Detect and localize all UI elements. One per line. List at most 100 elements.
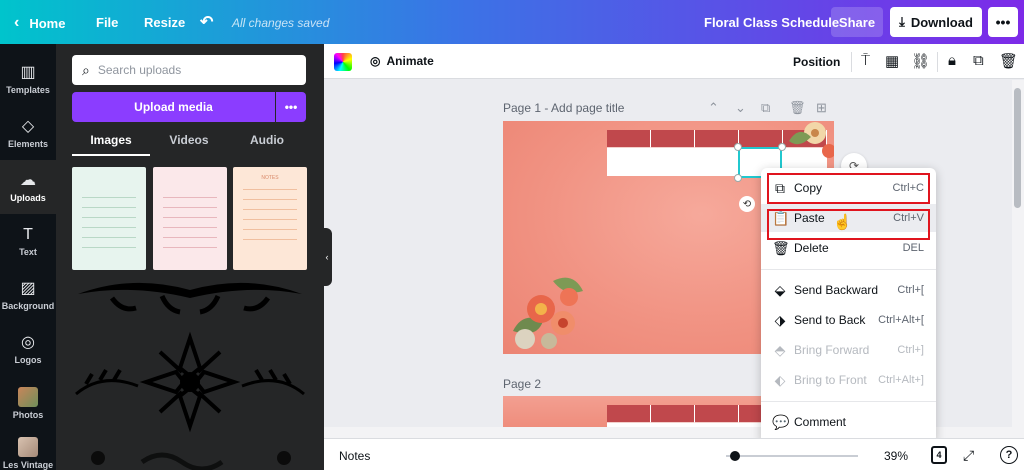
send-to-back-icon: ⬗: [774, 311, 786, 328]
rail-item-background[interactable]: ▨ Background: [0, 268, 56, 322]
home-button[interactable]: ‹ Home: [14, 14, 65, 32]
toolbar-divider: [937, 52, 938, 72]
rail-item-uploads[interactable]: ☁ Uploads: [0, 160, 56, 214]
animate-icon: ◎: [370, 54, 381, 68]
flower-corner-image[interactable]: [779, 121, 834, 161]
link-icon[interactable]: ⛓: [911, 52, 930, 70]
upload-thumbnail[interactable]: NOTES: [233, 167, 307, 270]
resize-handle[interactable]: [734, 143, 742, 151]
duplicate-page-icon[interactable]: ⧉: [761, 100, 770, 116]
scrollbar-thumb[interactable]: [1014, 88, 1021, 208]
animate-label: Animate: [386, 54, 434, 68]
upload-more-button[interactable]: •••: [276, 92, 306, 122]
upload-media-button[interactable]: Upload media: [72, 92, 275, 122]
toolbar-divider: [851, 52, 852, 72]
file-menu[interactable]: File: [96, 15, 118, 30]
top-bar: ‹ Home File Resize ↶ All changes saved F…: [0, 0, 1024, 44]
tab-videos[interactable]: Videos: [150, 130, 228, 156]
zoom-level[interactable]: 39%: [884, 449, 908, 463]
download-label: Download: [910, 14, 973, 30]
cloud-upload-icon: ☁: [20, 171, 36, 189]
duplicate-icon[interactable]: ⧉: [973, 52, 984, 69]
rail-item-templates[interactable]: ▥ Templates: [0, 52, 56, 106]
menu-item-send-backward[interactable]: ⬙ Send Backward Ctrl+[: [761, 276, 936, 304]
zoom-slider-handle[interactable]: [730, 451, 740, 461]
menu-shortcut: DEL: [902, 242, 924, 254]
comment-icon: 💬: [772, 413, 790, 430]
search-icon: ⌕: [82, 61, 90, 78]
rail-label: Les Vintage: [2, 459, 54, 470]
transparency-icon[interactable]: ▦: [885, 52, 899, 70]
tab-images[interactable]: Images: [72, 130, 150, 156]
notes-button[interactable]: Notes: [339, 449, 370, 463]
animate-button[interactable]: ◎ Animate: [370, 54, 434, 68]
add-page-icon[interactable]: ⊞: [816, 100, 827, 116]
rail-item-photos[interactable]: Photos: [0, 376, 56, 430]
rail-item-text[interactable]: T Text: [0, 214, 56, 268]
rail-label: Elements: [7, 138, 49, 149]
zoom-slider[interactable]: [726, 455, 858, 457]
vertical-scrollbar[interactable]: [1012, 80, 1024, 438]
menu-item-send-to-back[interactable]: ⬗ Send to Back Ctrl+Alt+[: [761, 306, 936, 334]
color-picker-button[interactable]: [334, 53, 352, 71]
search-input[interactable]: [97, 63, 278, 77]
tab-audio[interactable]: Audio: [228, 130, 306, 156]
paint-roller-icon[interactable]: ⍑: [861, 52, 870, 69]
left-rail: ▥ Templates ◇ Elements ☁ Uploads T Text …: [0, 44, 56, 470]
search-box[interactable]: ⌕: [72, 55, 306, 85]
lock-icon[interactable]: 🔒︎: [948, 52, 956, 69]
send-backward-icon: ⬙: [774, 281, 786, 298]
design-title[interactable]: Floral Class Schedule: [704, 15, 839, 30]
background-icon: ▨: [20, 279, 36, 297]
footer-bar: Notes 39% 4 ⤢ ?: [324, 438, 1024, 470]
rail-item-logos[interactable]: ◎ Logos: [0, 322, 56, 376]
chevron-down-icon[interactable]: ⌄: [735, 100, 746, 116]
collapse-panel-button[interactable]: ‹: [322, 228, 332, 286]
page-1-title[interactable]: Page 1 - Add page title: [503, 101, 624, 115]
flower-bouquet-image[interactable]: [503, 261, 593, 354]
rotate-icon[interactable]: ⟲: [739, 196, 755, 212]
chevron-up-icon[interactable]: ⌃: [708, 100, 719, 116]
menu-label: Send to Back: [794, 313, 866, 327]
ornament-graphics[interactable]: [72, 276, 308, 470]
menu-shortcut: Ctrl+Alt+]: [878, 374, 924, 386]
download-button[interactable]: ⤓ Download: [890, 7, 982, 37]
thumbnail-title: NOTES: [261, 175, 279, 181]
rail-label: Text: [19, 246, 37, 257]
share-button[interactable]: Share: [831, 7, 883, 37]
menu-label: Comment: [794, 415, 847, 429]
bring-forward-icon: ⬘: [774, 341, 786, 358]
page-2-title[interactable]: Page 2: [503, 377, 541, 391]
les-vintage-thumbnail: [18, 436, 38, 457]
rail-item-elements[interactable]: ◇ Elements: [0, 106, 56, 160]
editor-toolbar: ◎ Animate Position ⍑ ▦ ⛓ 🔒︎ ⧉ 🗑︎: [324, 44, 1024, 79]
trash-icon[interactable]: 🗑︎: [999, 52, 1018, 70]
position-button[interactable]: Position: [793, 55, 840, 69]
save-status: All changes saved: [232, 16, 330, 30]
undo-icon[interactable]: ↶: [200, 12, 213, 32]
uploads-panel: ⌕ Upload media ••• Images Videos Audio N…: [56, 44, 324, 470]
delete-page-icon[interactable]: 🗑︎: [789, 100, 806, 116]
media-tabs: Images Videos Audio: [72, 130, 306, 156]
page-count-button[interactable]: 4: [931, 446, 947, 464]
menu-divider: [761, 401, 936, 402]
rail-item-les-vintage[interactable]: Les Vintage: [0, 426, 56, 470]
upload-thumbnail[interactable]: [72, 167, 146, 270]
templates-icon: ▥: [20, 63, 36, 81]
menu-label: Bring to Front: [794, 373, 867, 387]
rail-label: Photos: [12, 409, 44, 420]
more-options-button[interactable]: •••: [988, 7, 1018, 37]
resize-menu[interactable]: Resize: [144, 15, 185, 30]
photos-thumbnail: [18, 386, 38, 407]
hand-cursor-icon: ☝: [833, 214, 852, 231]
fullscreen-icon[interactable]: ⤢: [963, 447, 974, 464]
rail-label: Uploads: [10, 192, 46, 203]
chevron-left-icon: ‹: [14, 14, 20, 31]
menu-label: Send Backward: [794, 283, 879, 297]
menu-item-comment[interactable]: 💬 Comment: [761, 408, 936, 436]
menu-item-bring-forward: ⬘ Bring Forward Ctrl+]: [761, 336, 936, 364]
home-label: Home: [29, 15, 66, 31]
upload-thumbnail[interactable]: [153, 167, 227, 270]
resize-handle[interactable]: [734, 174, 742, 182]
help-button[interactable]: ?: [1000, 446, 1018, 464]
